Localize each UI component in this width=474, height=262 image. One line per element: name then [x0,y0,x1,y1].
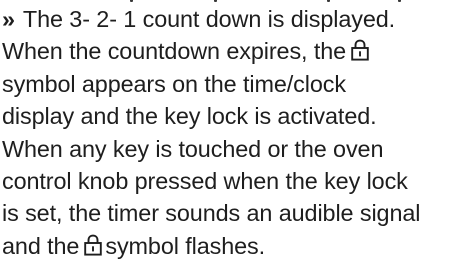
instruction-line: and the symbol flashes. [2,230,470,262]
cropped-glyph [327,0,330,2]
key-lock-instructions: » The 3- 2- 1 count down is displayed. W… [2,3,470,262]
key-lock-icon [350,39,370,61]
cropped-glyph [214,0,217,2]
instruction-line: symbol appears on the time/clock [2,70,346,97]
instruction-line: » The 3- 2- 1 count down is displayed. [2,3,470,35]
instruction-line: is set, the timer sounds an audible sign… [2,200,421,227]
instruction-text: When the countdown expires, the [2,38,347,65]
instruction-text: and the [2,232,80,259]
bullet-marker: » [2,6,15,32]
key-lock-icon [83,234,103,256]
cropped-glyph [398,0,401,2]
instruction-line: When the countdown expires, the [2,35,470,67]
instruction-line: control knob pressed when the key lock [2,167,408,194]
instruction-line: When any key is touched or the oven [2,135,384,162]
cropped-glyph [130,0,133,2]
instruction-text: symbol flashes. [105,232,266,259]
manual-page: » The 3- 2- 1 count down is displayed. W… [0,0,474,259]
instruction-line: display and the key lock is activated. [2,103,377,130]
instruction-text: The 3- 2- 1 count down is displayed. [22,6,396,32]
